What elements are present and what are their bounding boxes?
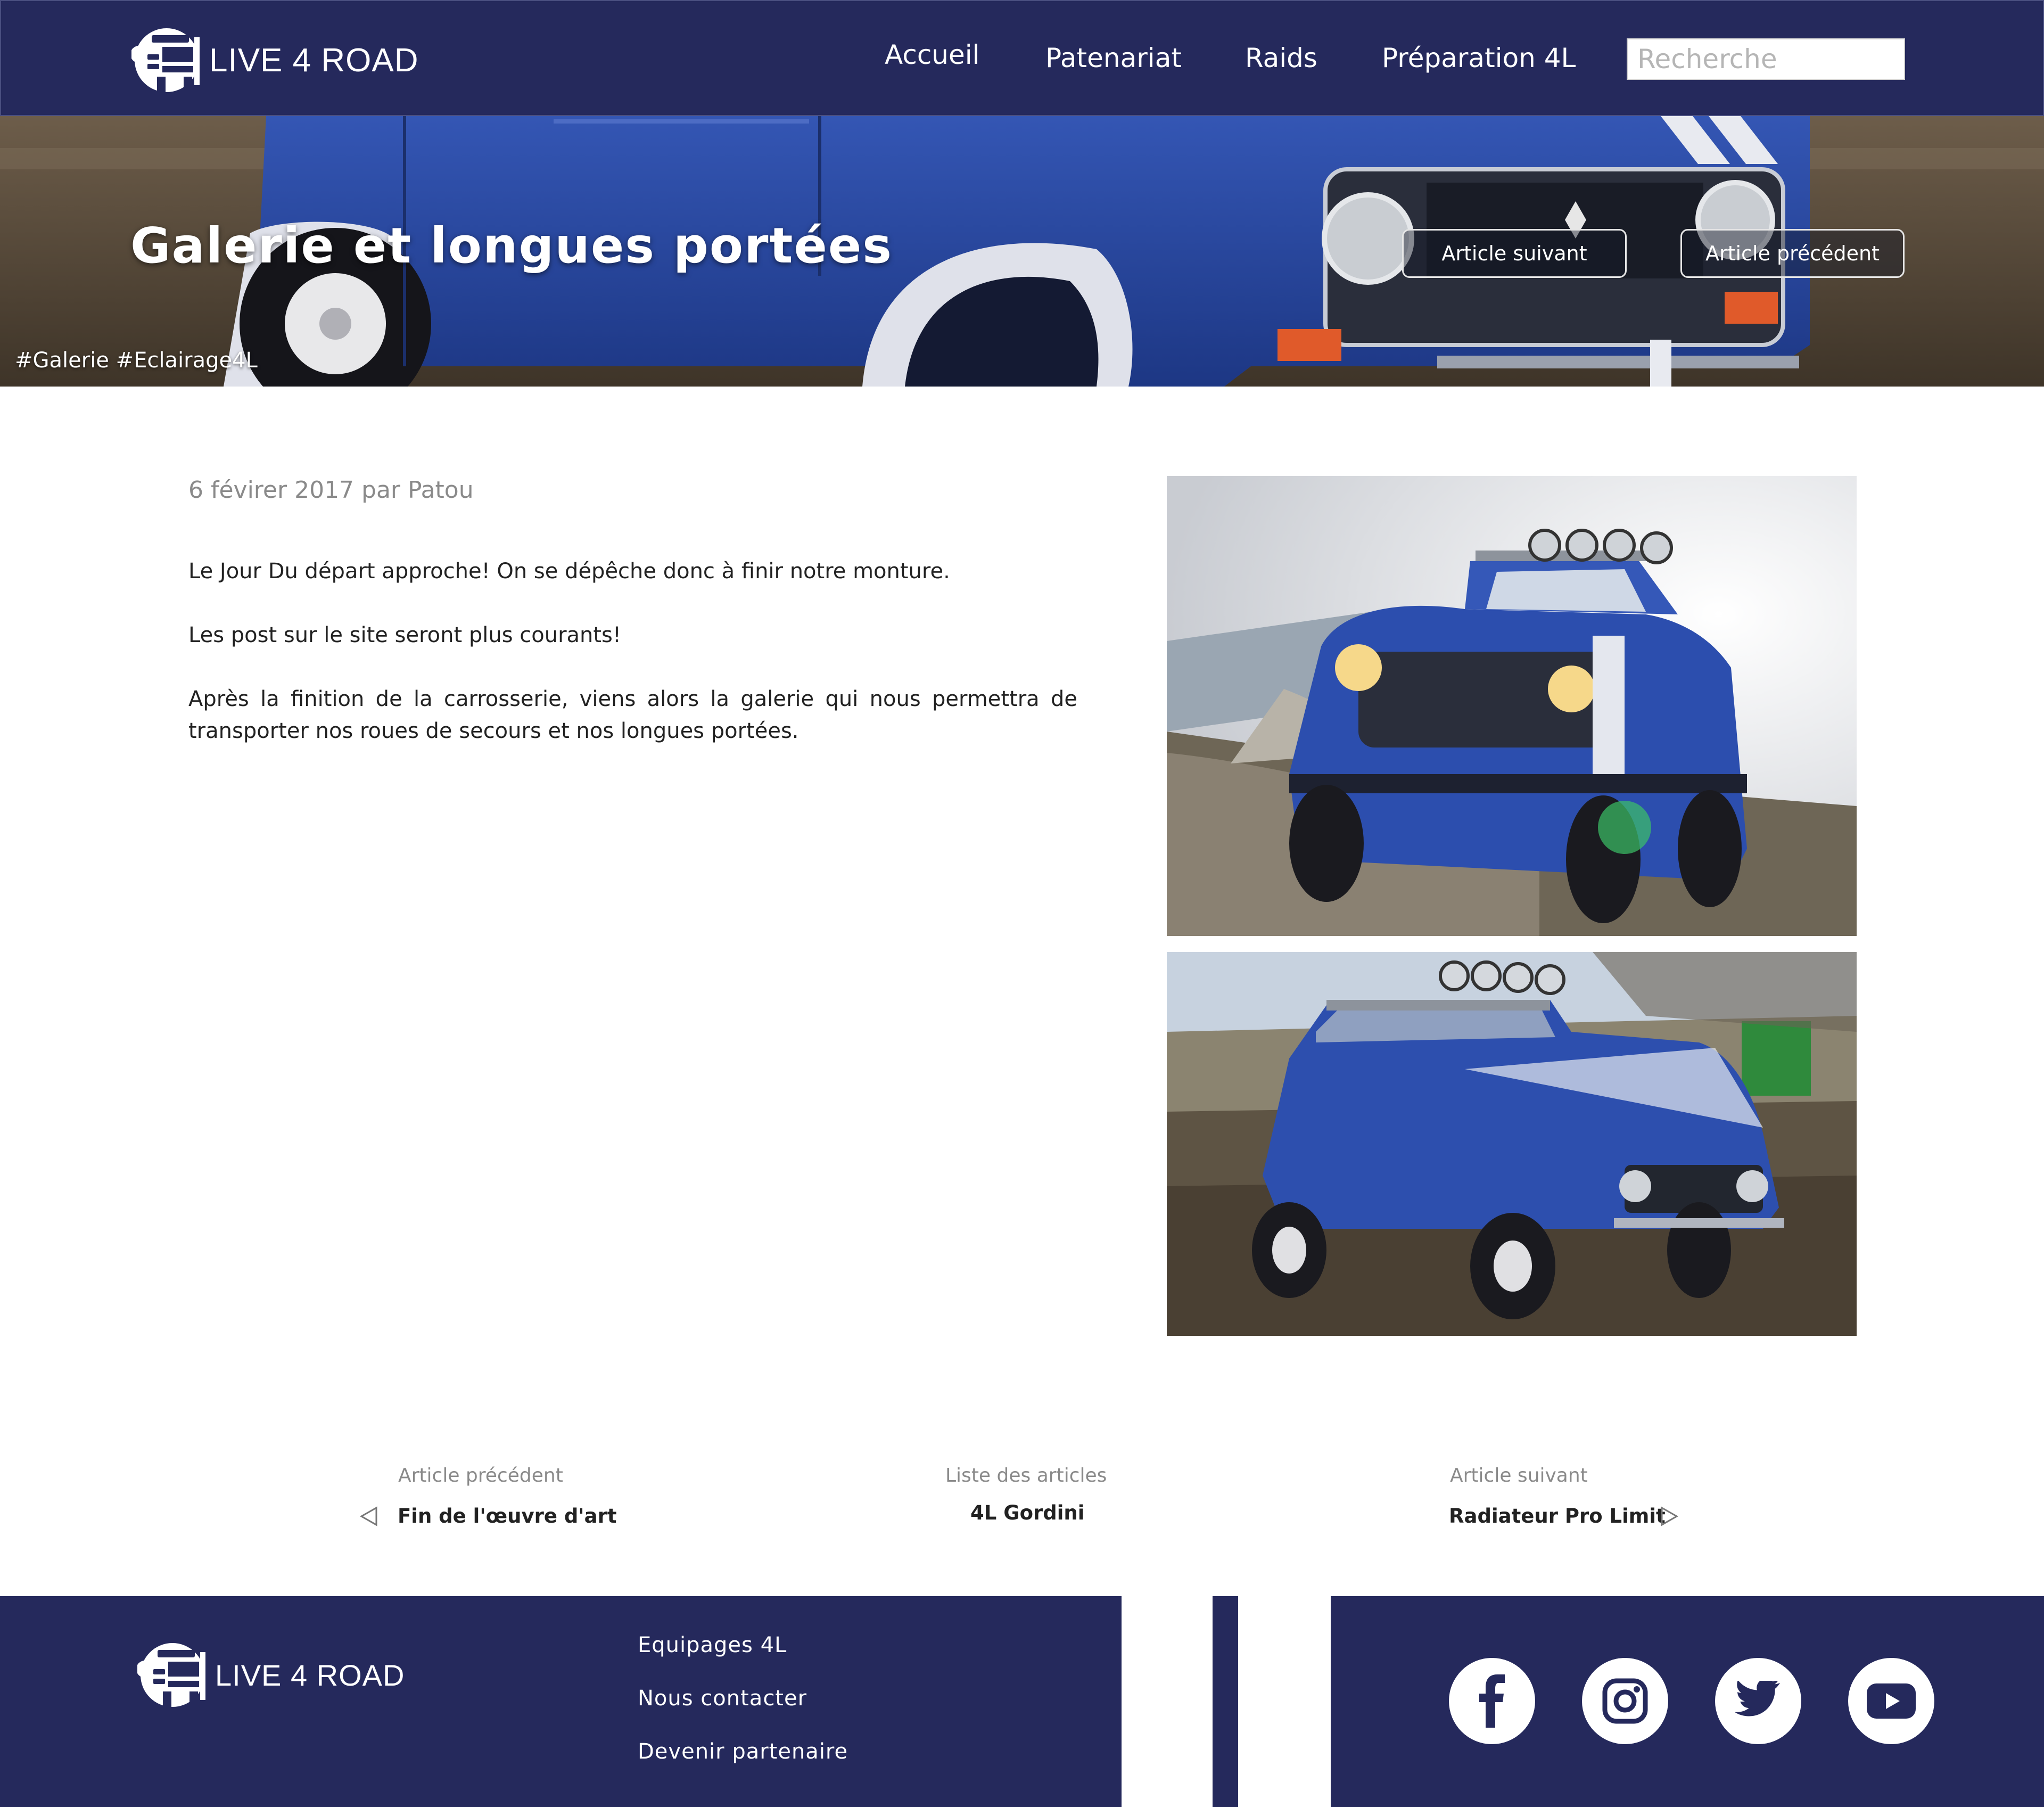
logo-car-icon (131, 28, 200, 93)
footer-link-crews[interactable]: Equipages 4L (638, 1633, 787, 1657)
footer-link-contact[interactable]: Nous contacter (638, 1686, 807, 1711)
footer-logo[interactable]: LIVE 4 ROAD (137, 1636, 405, 1714)
article-meta: 6 févirer 2017 par Patou (188, 477, 474, 504)
article-photo (1167, 952, 1857, 1336)
logo-car-icon (137, 1643, 205, 1707)
nav-raids[interactable]: Raids (1245, 43, 1317, 73)
footer-logo-text: LIVE 4 ROAD (215, 1658, 405, 1692)
car-on-dirt-image (1167, 476, 1857, 936)
instagram-button[interactable] (1582, 1658, 1668, 1744)
next-article-label: Article suivant (1450, 1465, 1588, 1486)
facebook-button[interactable] (1449, 1658, 1535, 1744)
footer-right-panel (1331, 1596, 2044, 1807)
article-list-link[interactable]: 4L Gordini (970, 1501, 1084, 1524)
site-logo[interactable]: LIVE 4 ROAD (131, 21, 418, 99)
article-photo (1167, 476, 1857, 936)
next-article-button[interactable]: Article suivant (1402, 229, 1627, 278)
twitter-icon (1734, 1681, 1781, 1716)
previous-article-button[interactable]: Article précédent (1680, 229, 1905, 278)
page-title: Galerie et longues portées (130, 217, 893, 274)
article-tags[interactable]: #Galerie #Eclairage4L (15, 348, 258, 373)
youtube-button[interactable] (1848, 1658, 1934, 1744)
article-paragraph: Après la finition de la carrosserie, vie… (188, 687, 1077, 743)
footer-link-partner[interactable]: Devenir partenaire (638, 1739, 848, 1764)
facebook-icon (1479, 1674, 1505, 1728)
site-header: LIVE 4 ROAD Accueil Patenariat Raids Pré… (0, 0, 2044, 116)
nav-preparation[interactable]: Préparation 4L (1382, 43, 1576, 73)
article-list-label: Liste des articles (945, 1465, 1107, 1486)
article-paragraph: Le Jour Du départ approche! On se dépêch… (188, 559, 950, 584)
footer-divider (1213, 1596, 1238, 1807)
youtube-icon (1867, 1683, 1916, 1719)
hero-banner: Galerie et longues portées Article suiva… (0, 116, 2044, 387)
nav-partnership[interactable]: Patenariat (1045, 43, 1182, 73)
previous-article-link[interactable]: Fin de l'œuvre d'art (398, 1505, 617, 1527)
nav-home[interactable]: Accueil (885, 39, 980, 70)
next-article-link[interactable]: Radiateur Pro Limit (1449, 1505, 1666, 1527)
logo-text: LIVE 4 ROAD (209, 42, 419, 79)
arrow-left-icon[interactable] (359, 1506, 378, 1527)
previous-article-label: Article précédent (398, 1465, 563, 1486)
instagram-icon (1602, 1678, 1648, 1724)
arrow-right-icon[interactable] (1660, 1506, 1679, 1527)
car-side-image (1167, 952, 1857, 1336)
search-input[interactable] (1627, 38, 1905, 80)
twitter-button[interactable] (1715, 1658, 1801, 1744)
article-paragraph: Les post sur le site seront plus courant… (188, 623, 621, 647)
